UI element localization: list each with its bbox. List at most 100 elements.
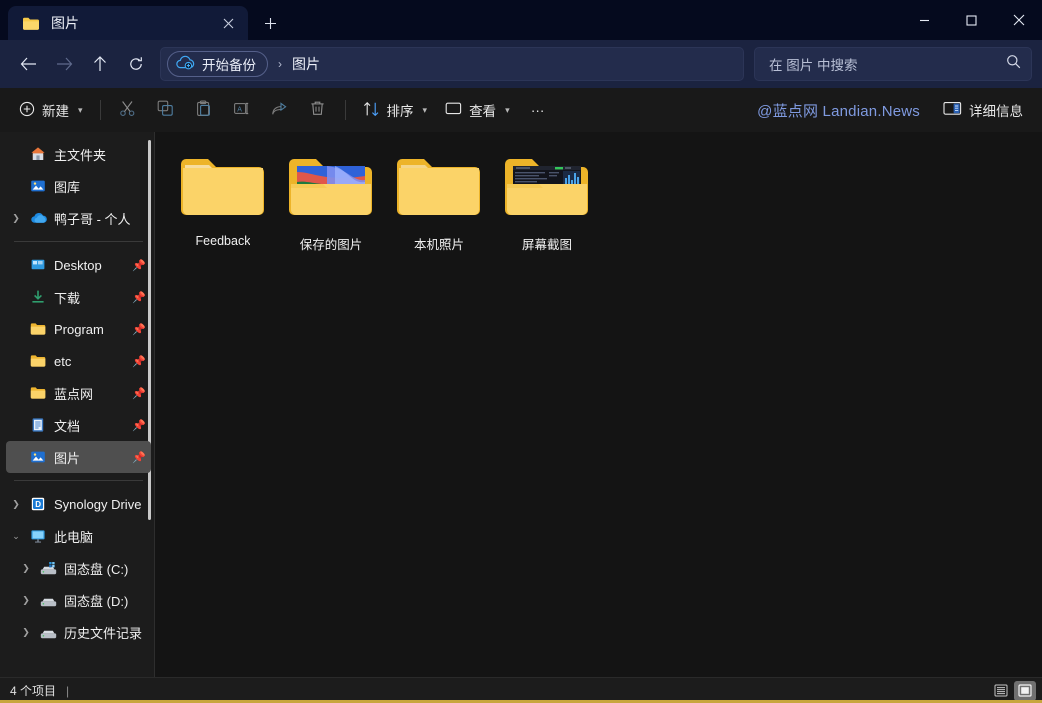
pin-icon[interactable]: 📌 [131, 291, 147, 304]
sidebar-item-file-history[interactable]: ❯ 历史文件记录 [6, 616, 151, 648]
sidebar-item-pictures[interactable]: 图片 📌 [6, 441, 151, 473]
sidebar-label: 下载 [54, 290, 81, 306]
pin-icon[interactable]: 📌 [131, 355, 147, 368]
sidebar-item-synology-drive[interactable]: ❯ D Synology Drive [6, 488, 151, 520]
pictures-icon [26, 449, 50, 465]
minimize-button[interactable] [901, 0, 948, 40]
tab-pictures[interactable]: 图片 [8, 6, 248, 40]
chevron-down-icon: ▾ [78, 104, 83, 115]
refresh-button[interactable] [118, 47, 154, 81]
sidebar-item-desktop[interactable]: Desktop 📌 [6, 249, 151, 281]
folder-thumbnail [283, 152, 379, 224]
sidebar-label: 图库 [54, 179, 81, 195]
chevron-down-icon: ▾ [505, 104, 510, 115]
pin-icon[interactable]: 📌 [131, 387, 147, 400]
window-controls [901, 0, 1042, 40]
file-explorer-window: 图片 开始备份 › 图片 在 图片 中搜索 新建 ▾ A 排序 ▾ 查看 ▾ ·… [0, 0, 1042, 703]
close-icon[interactable] [214, 9, 242, 37]
sidebar-label: etc [54, 353, 72, 369]
sidebar-item-drive-d[interactable]: ❯ 固态盘 (D:) [6, 584, 151, 616]
chevron-right-icon[interactable]: ❯ [6, 499, 26, 510]
file-list[interactable]: Feedback 保存的图片 本机照片 屏幕截图 [155, 132, 1042, 677]
pin-icon[interactable]: 📌 [131, 451, 147, 464]
ellipsis-icon: ··· [530, 102, 545, 118]
documents-icon [26, 417, 50, 433]
copy-button[interactable] [147, 94, 185, 126]
sort-button[interactable]: 排序 ▾ [354, 94, 437, 126]
details-button[interactable]: 详细信息 [934, 94, 1032, 126]
maximize-button[interactable] [948, 0, 995, 40]
chevron-right-icon[interactable]: ❯ [16, 563, 36, 574]
title-bar: 图片 [0, 0, 1042, 40]
sidebar-item-onedrive[interactable]: ❯ 鸭子哥 - 个人 [6, 202, 151, 234]
search-input[interactable]: 在 图片 中搜索 [754, 47, 1032, 81]
drive-icon [36, 625, 60, 639]
sidebar-item-downloads[interactable]: 下载 📌 [6, 281, 151, 313]
forward-button[interactable] [46, 47, 82, 81]
up-button[interactable] [82, 47, 118, 81]
new-tab-button[interactable] [252, 6, 288, 40]
folder-thumbnail [499, 152, 595, 224]
close-button[interactable] [995, 0, 1042, 40]
trash-icon [309, 100, 326, 120]
sidebar-label: 文档 [54, 418, 81, 434]
sidebar-label: 历史文件记录 [64, 625, 143, 641]
paste-icon [195, 100, 212, 120]
sidebar-item-program[interactable]: Program 📌 [6, 313, 151, 345]
start-backup-label: 开始备份 [202, 58, 256, 73]
start-backup-button[interactable]: 开始备份 [167, 51, 268, 77]
breadcrumb[interactable]: 开始备份 › 图片 [160, 47, 744, 81]
sort-icon [363, 101, 380, 120]
view-button[interactable]: 查看 ▾ [436, 94, 519, 126]
chevron-down-icon: ▾ [422, 104, 428, 115]
file-item-screenshots[interactable]: 屏幕截图 [493, 146, 601, 270]
view-button-label: 查看 [469, 104, 497, 119]
share-button[interactable] [261, 94, 299, 126]
item-count: 4 个项目 [10, 684, 57, 698]
explorer-body: 主文件夹 图库 ❯ 鸭子哥 - 个人 Desktop 📌 下载 📌 Progra… [0, 132, 1042, 677]
more-options-button[interactable]: ··· [519, 94, 557, 126]
chevron-right-icon[interactable]: ❯ [16, 627, 36, 638]
rename-button[interactable]: A [223, 94, 261, 126]
new-button[interactable]: 新建 ▾ [10, 94, 92, 126]
paste-button[interactable] [185, 94, 223, 126]
file-item-feedback[interactable]: Feedback [169, 146, 277, 270]
chevron-right-icon[interactable]: ❯ [16, 595, 36, 606]
chevron-right-icon[interactable]: ❯ [6, 213, 26, 224]
sidebar-item-etc[interactable]: etc 📌 [6, 345, 151, 377]
onedrive-cloud-icon [176, 55, 195, 73]
pin-icon[interactable]: 📌 [131, 259, 147, 272]
plus-circle-icon [19, 101, 35, 120]
sidebar-item-drive-c[interactable]: ❯ 固态盘 (C:) [6, 552, 151, 584]
pin-icon[interactable]: 📌 [131, 419, 147, 432]
navigation-pane[interactable]: 主文件夹 图库 ❯ 鸭子哥 - 个人 Desktop 📌 下载 📌 Progra… [0, 132, 155, 677]
breadcrumb-separator: › [278, 57, 282, 71]
list-view-button[interactable] [990, 681, 1012, 701]
sidebar-label: 主文件夹 [54, 147, 107, 163]
watermark-text: @蓝点网 Landian.News [757, 102, 920, 120]
command-bar-right: @蓝点网 Landian.News 详细信息 [757, 94, 1032, 126]
svg-text:D: D [35, 500, 41, 509]
large-icons-view-button[interactable] [1014, 680, 1036, 701]
sidebar-item-documents[interactable]: 文档 📌 [6, 409, 151, 441]
view-toggle-group [990, 680, 1038, 701]
file-name: Feedback [195, 234, 251, 248]
pin-icon[interactable]: 📌 [131, 323, 147, 336]
onedrive-icon [26, 211, 50, 225]
sidebar-item-home[interactable]: 主文件夹 [6, 138, 151, 170]
sidebar-item-landian[interactable]: 蓝点网 📌 [6, 377, 151, 409]
file-item-saved-pictures[interactable]: 保存的图片 [277, 146, 385, 270]
drive-icon [36, 593, 60, 607]
delete-button[interactable] [299, 94, 337, 126]
chevron-down-icon[interactable]: ⌄ [6, 531, 26, 542]
sidebar-label: 图片 [54, 450, 81, 466]
breadcrumb-current[interactable]: 图片 [292, 54, 320, 74]
back-button[interactable] [10, 47, 46, 81]
svg-text:A: A [237, 106, 242, 113]
search-icon[interactable] [1006, 54, 1021, 74]
sidebar-item-this-pc[interactable]: ⌄ 此电脑 [6, 520, 151, 552]
file-item-camera-roll[interactable]: 本机照片 [385, 146, 493, 270]
share-icon [271, 100, 288, 120]
sidebar-item-gallery[interactable]: 图库 [6, 170, 151, 202]
cut-button[interactable] [109, 94, 147, 126]
